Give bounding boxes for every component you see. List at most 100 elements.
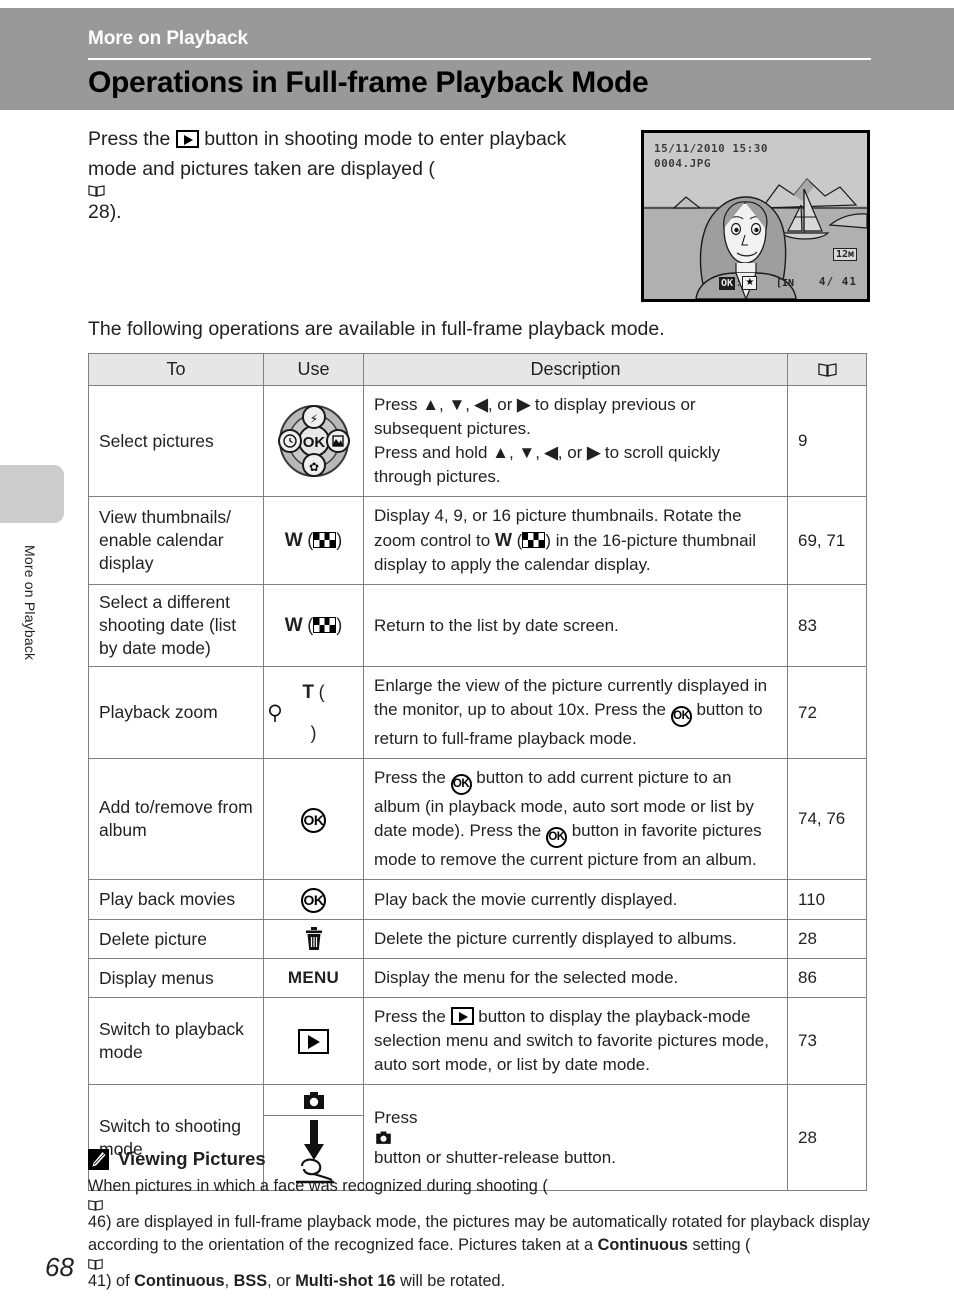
column-header-use: Use [263, 353, 364, 386]
desc-text: Press [374, 1107, 418, 1127]
page-header-band: More on Playback Operations in Full-fram… [0, 8, 954, 110]
ok-button-icon: OK [301, 888, 326, 913]
column-header-reference [787, 353, 867, 386]
tele-zoom-label: T [302, 681, 314, 703]
note-text: 41) of [88, 1271, 135, 1290]
row-use-wide-zoom: W () [263, 584, 364, 667]
book-reference: 28). [88, 184, 608, 223]
operations-table: To Use Description Select pictures OK ⚡ … [88, 353, 867, 1191]
svg-text:OK: OK [302, 434, 325, 451]
row-use-playback-button [263, 997, 364, 1085]
monitor-ok-separator: : [737, 277, 741, 289]
book-reference-text: 28). [88, 201, 122, 223]
chapter-kicker: More on Playback [88, 28, 248, 49]
svg-text:⚡: ⚡ [309, 412, 317, 426]
wide-zoom-label: W [284, 529, 303, 551]
trash-icon [305, 927, 322, 950]
desc-text: , [465, 395, 475, 414]
note-body: When pictures in which a face was recogn… [88, 1175, 871, 1293]
camera-button-cell [264, 1085, 363, 1116]
sidebar-chapter-label: More on Playback [22, 545, 38, 661]
row-label-playback-zoom: Playback zoom [88, 666, 264, 759]
note-bold-continuous-2: Continuous [134, 1271, 225, 1290]
viewing-pictures-note: Viewing Pictures When pictures in which … [88, 1148, 871, 1293]
row-label-switch-playback-mode: Switch to playback mode [88, 997, 264, 1085]
multi-selector-icon: OK ⚡ ✿ [277, 405, 350, 477]
row-use-menu-button: MENU [263, 958, 364, 998]
desc-text: , [508, 443, 519, 462]
thumbnail-icon [313, 531, 337, 548]
monitor-osd-info: 15/11/2010 15:30 0004.JPG [654, 141, 768, 171]
menu-button-icon: MENU [287, 968, 340, 987]
note-bold-continuous: Continuous [597, 1236, 688, 1254]
row-description-play-back-movies: Play back the movie currently displayed. [363, 879, 788, 920]
note-bold-bss: BSS [233, 1271, 268, 1290]
intro-paragraph: Press the button in shooting mode to ent… [88, 124, 608, 227]
desc-text: Press the [374, 1007, 451, 1026]
note-bold-multishot: Multi-shot 16 [295, 1271, 396, 1290]
row-use-wide-zoom: W () [263, 496, 364, 585]
row-use-ok-button: OK [263, 879, 364, 920]
monitor-ok-label: OK [719, 276, 736, 290]
book-icon [817, 363, 837, 377]
row-description-playback-zoom: Enlarge the view of the picture currentl… [363, 666, 788, 759]
pencil-icon [88, 1148, 109, 1170]
note-text: setting ( [688, 1236, 751, 1254]
pencil-glyph [92, 1151, 106, 1166]
sidebar-chapter-tab [0, 465, 64, 523]
note-text: 46) are displayed in full-frame playback… [88, 1212, 870, 1255]
row-description-delete-picture: Delete the picture currently displayed t… [363, 919, 788, 959]
page-title: Operations in Full-frame Playback Mode [88, 66, 649, 99]
table-row: Switch to playback mode Press the button… [88, 997, 867, 1085]
row-label-select-pictures: Select pictures [88, 385, 264, 497]
row-label-delete-picture: Delete picture [88, 919, 264, 959]
row-reference: 74, 76 [787, 758, 867, 880]
desc-text: Press and hold [374, 443, 493, 462]
battery-icon: [IN [776, 278, 795, 289]
star-icon: ★ [742, 276, 758, 290]
book-icon [88, 1258, 103, 1270]
row-reference: 110 [787, 879, 867, 920]
page-number: 68 [45, 1252, 74, 1282]
monitor-ok-star-hint: OK : ★ [719, 276, 758, 290]
magnifier-icon [269, 704, 281, 722]
svg-text:✿: ✿ [308, 460, 318, 474]
desc-text: Press [374, 395, 423, 414]
row-use-multi-selector: OK ⚡ ✿ [263, 385, 364, 497]
note-title: Viewing Pictures [118, 1148, 266, 1169]
table-row: Select pictures OK ⚡ ✿ Press ▲, ▼, ◀, or… [88, 385, 867, 497]
note-text: When pictures in which a face was recogn… [88, 1177, 548, 1195]
table-row: Display menus MENU Display the menu for … [88, 958, 867, 998]
row-label-view-thumbnails: View thumbnails/ enable calendar display [88, 496, 264, 585]
row-reference: 28 [787, 919, 867, 959]
thumbnail-icon [313, 616, 337, 633]
playback-button-icon [298, 1028, 329, 1054]
row-description-view-thumbnails: Display 4, 9, or 16 picture thumbnails. … [363, 496, 788, 585]
row-description-switch-playback-mode: Press the button to display the playback… [363, 997, 788, 1085]
row-description-display-menus: Display the menu for the selected mode. [363, 958, 788, 998]
column-header-description: Description [363, 353, 788, 386]
desc-text: , or [487, 395, 518, 414]
row-reference: 83 [787, 584, 867, 667]
row-label-add-remove-album: Add to/remove from album [88, 758, 264, 880]
row-use-tele-zoom: T () [263, 666, 364, 759]
ok-button-icon: OK [301, 807, 326, 833]
row-description-select-pictures: Press ▲, ▼, ◀, or ▶ to display previous … [363, 385, 788, 497]
playback-icon [450, 1007, 474, 1025]
row-label-select-shooting-date: Select a different shooting date (list b… [88, 584, 264, 667]
row-reference: 9 [787, 385, 867, 497]
intro-text-before: Press the [88, 128, 176, 150]
row-reference: 69, 71 [787, 496, 867, 585]
table-header-row: To Use Description [88, 353, 867, 386]
ok-button-icon: OK [545, 827, 567, 848]
note-header: Viewing Pictures [88, 1148, 871, 1170]
row-reference: 86 [787, 958, 867, 998]
ok-button-icon: OK [450, 774, 472, 795]
playback-icon [175, 130, 199, 148]
manual-page: More on Playback Operations in Full-fram… [0, 0, 954, 1314]
camera-button-icon [303, 1092, 324, 1109]
desc-text: , or [557, 443, 588, 462]
desc-text: Press the [374, 768, 451, 787]
header-divider [88, 58, 871, 60]
note-text: will be rotated. [395, 1271, 506, 1290]
